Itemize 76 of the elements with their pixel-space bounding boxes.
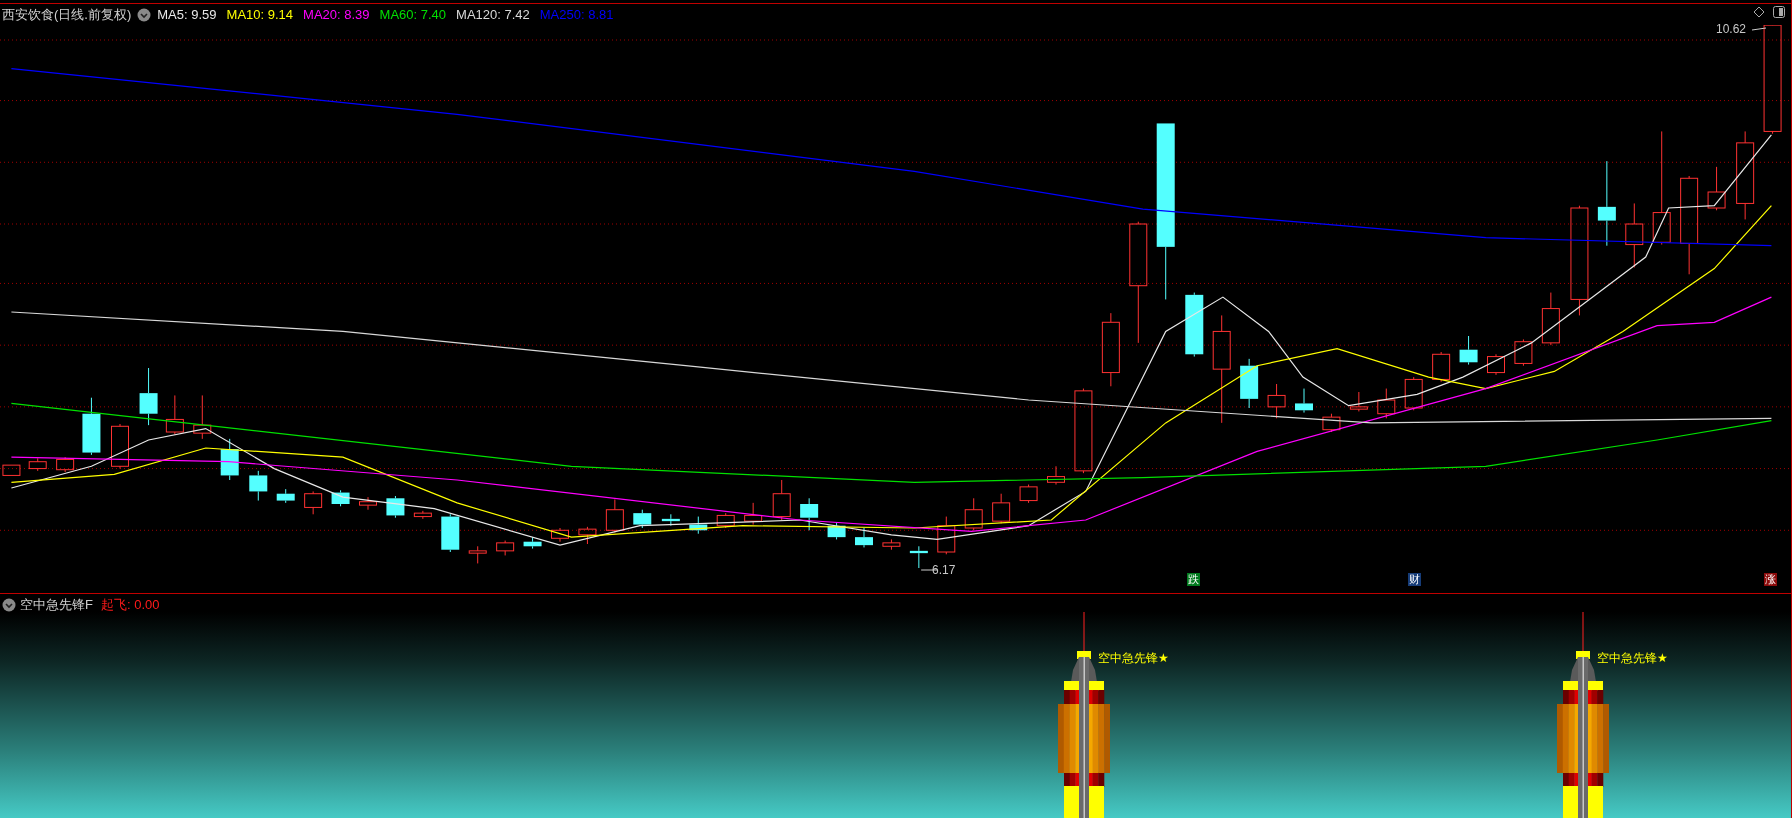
candlestick <box>1707 166 1726 211</box>
leader-line <box>920 569 938 571</box>
price-label: 10.62 <box>1716 22 1747 36</box>
candlestick <box>855 527 873 548</box>
candlestick <box>772 479 791 521</box>
candlestick <box>937 516 956 555</box>
candlestick <box>56 456 75 473</box>
candlestick <box>496 540 515 556</box>
candlestick <box>551 527 569 543</box>
signal-marker: 财 <box>1408 573 1421 586</box>
candlestick <box>716 512 735 529</box>
candlestick <box>1377 388 1396 419</box>
candlestick <box>964 497 983 531</box>
dropdown-icon[interactable] <box>2 598 16 612</box>
leader-line <box>1751 27 1767 31</box>
signal-marker: 跌 <box>1187 573 1200 586</box>
candlestick <box>1541 292 1560 346</box>
candlestick <box>468 545 487 564</box>
moving-average-value: MA120: 7.42 <box>456 7 530 22</box>
candlestick <box>1432 351 1451 383</box>
moving-average-value: MA10: 9.14 <box>226 7 294 22</box>
candlestick <box>28 457 47 472</box>
candlestick <box>304 490 323 515</box>
candlestick <box>1240 358 1259 409</box>
candlestick <box>1459 335 1478 366</box>
candlestick <box>1514 338 1533 367</box>
rocket-label: 空中急先锋★ <box>1098 650 1169 667</box>
moving-average-value: MA5: 9.59 <box>157 7 217 22</box>
price-label: 6.17 <box>932 563 956 577</box>
candlestick <box>220 438 239 481</box>
candlestick <box>1019 484 1038 504</box>
candlestick <box>276 488 295 504</box>
candlestick <box>165 394 184 435</box>
diamond-icon[interactable] <box>1753 6 1765 18</box>
candlestick <box>523 536 542 550</box>
dropdown-icon[interactable] <box>137 7 152 22</box>
moving-average-value: MA60: 7.40 <box>379 7 447 22</box>
candlestick <box>2 464 21 476</box>
candlestick <box>1625 202 1644 268</box>
candlestick <box>827 521 846 540</box>
candlestick <box>413 510 432 520</box>
candlestick <box>882 538 901 551</box>
candlestick <box>992 493 1011 524</box>
candlestick <box>605 498 624 534</box>
moving-average-value: MA20: 8.39 <box>303 7 370 22</box>
candlestick <box>1047 465 1065 486</box>
candlestick <box>744 502 763 526</box>
panel-toggle-icon[interactable] <box>1773 6 1785 18</box>
moving-average-value: MA250: 8.81 <box>539 7 614 22</box>
chart-title: 西安饮食(日线.前复权) <box>2 5 132 24</box>
candlestick <box>633 509 652 529</box>
candlestick <box>193 394 212 440</box>
candlestick <box>111 423 129 470</box>
indicator-title: 空中急先锋F <box>20 596 93 614</box>
candlestick <box>386 495 405 519</box>
candlestick <box>82 397 101 456</box>
candlestick <box>249 470 268 502</box>
candlestick <box>800 497 819 531</box>
candlestick <box>1322 413 1341 433</box>
indicator-reading: 起飞: 0.00 <box>100 596 160 614</box>
candlestick <box>1487 353 1505 376</box>
candlestick <box>1267 383 1286 419</box>
candlestick <box>909 545 928 569</box>
signal-marker: 涨 <box>1764 573 1777 586</box>
candlestick <box>1295 388 1313 414</box>
candlestick <box>578 526 597 545</box>
candlestick <box>359 496 377 511</box>
candlestick <box>139 367 158 426</box>
candlestick <box>1404 376 1423 411</box>
candlestick <box>1185 292 1204 358</box>
candlestick <box>661 513 680 527</box>
candlestick <box>441 513 460 553</box>
candlestick <box>331 489 350 507</box>
candlestick <box>689 516 708 535</box>
rocket-label: 空中急先锋★ <box>1597 650 1668 667</box>
candlestick <box>1349 391 1368 412</box>
